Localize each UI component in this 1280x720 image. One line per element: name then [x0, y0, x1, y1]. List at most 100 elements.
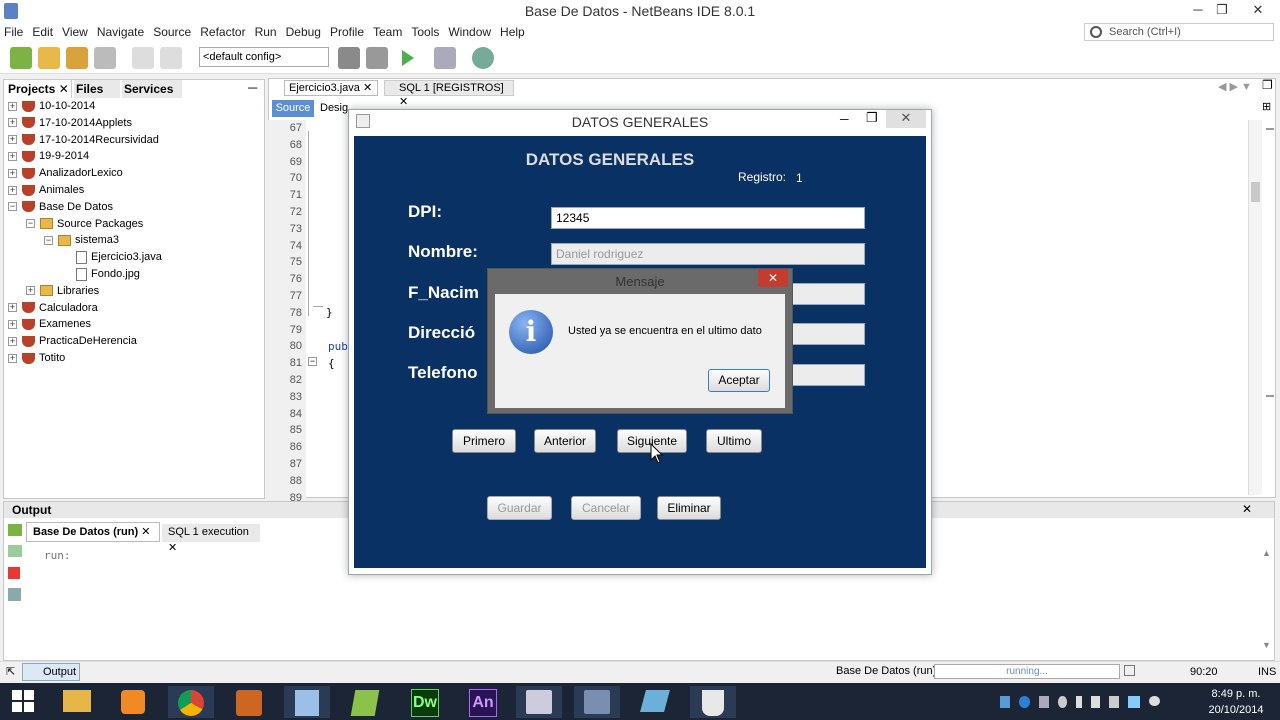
expand-toggle-icon[interactable]: + — [8, 135, 17, 145]
progress-stop-icon[interactable] — [1124, 665, 1135, 676]
scrollbar-thumb[interactable] — [1251, 182, 1260, 202]
anterior-button[interactable]: Anterior — [534, 429, 596, 453]
rerun-with-params-icon[interactable] — [8, 545, 22, 557]
tree-item[interactable]: − Source Packages — [26, 216, 143, 233]
dialog-maximize-button[interactable]: ❐ — [866, 110, 878, 126]
tab-sql-registros[interactable]: SQL 1 [REGISTROS] ✕ — [384, 80, 514, 108]
tab-output-run[interactable]: Base De Datos (run) ✕ — [26, 522, 160, 542]
dropbox-icon[interactable] — [1128, 696, 1140, 708]
new-project-icon[interactable] — [38, 47, 60, 69]
build-icon[interactable] — [338, 47, 360, 69]
menu-item[interactable]: File — [4, 25, 23, 39]
settings-icon[interactable] — [8, 588, 21, 601]
menu-item[interactable]: Navigate — [97, 25, 144, 39]
profile-icon[interactable] — [472, 47, 494, 69]
close-icon[interactable]: ✕ — [168, 542, 177, 554]
cancelar-button[interactable]: Cancelar — [571, 496, 641, 520]
message-close-button[interactable]: ✕ — [758, 269, 788, 287]
virtualbox-icon[interactable] — [295, 690, 319, 716]
design-tab[interactable]: Desig — [320, 100, 348, 117]
tree-item[interactable]: + Animales — [8, 182, 84, 199]
guardar-button[interactable]: Guardar — [487, 496, 552, 520]
aceptar-button[interactable]: Aceptar — [708, 369, 770, 392]
video-app-icon[interactable] — [526, 690, 552, 714]
editor-split-icon[interactable]: ⊞ — [1262, 100, 1271, 113]
tray-icon[interactable] — [1057, 696, 1068, 708]
menu-item[interactable]: Help — [500, 25, 525, 39]
cloud-icon[interactable] — [1148, 696, 1160, 706]
tab-sql-execution[interactable]: SQL 1 execution ✕ — [162, 524, 260, 554]
undo-icon[interactable] — [132, 47, 154, 69]
expand-toggle-icon[interactable]: + — [8, 336, 17, 346]
fold-toggle-icon[interactable]: − — [308, 357, 317, 366]
ultimo-button[interactable]: Ultimo — [706, 429, 762, 453]
tab-services[interactable]: Services — [122, 80, 182, 98]
tray-icon[interactable] — [1018, 696, 1031, 708]
tab-files[interactable]: Files — [74, 80, 120, 98]
expand-toggle-icon[interactable]: + — [8, 168, 17, 178]
close-icon[interactable]: ✕ — [141, 526, 150, 538]
tree-item[interactable]: − sistema3 — [44, 232, 119, 249]
restore-panel-icon[interactable]: ⇱ — [6, 665, 15, 678]
tree-item[interactable]: − Base De Datos — [8, 199, 113, 216]
menu-item[interactable]: Team — [373, 25, 402, 39]
editor-scrollbar[interactable] — [1248, 120, 1262, 495]
animate-icon[interactable]: An — [469, 689, 497, 717]
close-icon[interactable]: ✕ — [1242, 502, 1252, 516]
file-explorer-icon[interactable] — [63, 690, 91, 712]
tree-item[interactable]: + AnalizadorLexico — [8, 165, 123, 182]
java-icon[interactable] — [702, 690, 724, 716]
expand-toggle-icon[interactable]: + — [8, 151, 17, 161]
media-player-icon[interactable] — [121, 690, 145, 714]
redo-icon[interactable] — [160, 47, 182, 69]
new-file-icon[interactable] — [10, 47, 32, 69]
expand-toggle-icon[interactable]: + — [26, 286, 35, 296]
dreamweaver-icon[interactable]: Dw — [411, 689, 439, 717]
expand-toggle-icon[interactable]: + — [8, 353, 17, 363]
debug-icon[interactable] — [434, 47, 456, 69]
tree-item[interactable]: Ejercicio3.java — [62, 249, 162, 266]
dialog-close-button[interactable]: ✕ — [886, 110, 926, 128]
close-icon[interactable]: ✕ — [363, 82, 372, 94]
close-icon[interactable]: ✕ — [399, 96, 408, 108]
expand-toggle-icon[interactable]: − — [26, 219, 35, 229]
scroll-down-icon[interactable]: ▼ — [1262, 640, 1271, 650]
tray-icon[interactable] — [1000, 696, 1010, 708]
tree-item[interactable]: + Examenes — [8, 316, 91, 333]
menu-item[interactable]: View — [62, 25, 88, 39]
volume-icon[interactable] — [1090, 696, 1101, 708]
scroll-up-icon[interactable]: ▲ — [1262, 548, 1271, 558]
expand-toggle-icon[interactable]: + — [8, 118, 17, 128]
output-toggle-button[interactable]: Output — [22, 663, 80, 681]
expand-toggle-icon[interactable]: + — [8, 319, 17, 329]
menu-item[interactable]: Source — [153, 25, 191, 39]
tree-item[interactable]: + Totito — [8, 350, 65, 367]
tree-item[interactable]: +10-10-2014 — [8, 98, 95, 115]
menu-item[interactable]: Tools — [411, 25, 439, 39]
eliminar-button[interactable]: Eliminar — [657, 496, 721, 520]
windows-start-icon[interactable] — [12, 690, 34, 712]
expand-toggle-icon[interactable]: + — [8, 101, 17, 111]
tab-scroll-arrows-icon[interactable]: ◀ ▶ ▼ — [1218, 80, 1252, 93]
search-input[interactable]: Search (Ctrl+I) — [1084, 23, 1274, 41]
primero-button[interactable]: Primero — [452, 429, 516, 453]
camtasia-icon[interactable] — [350, 690, 380, 716]
close-button[interactable]: ✕ — [1240, 0, 1276, 22]
notes-app-icon[interactable] — [640, 690, 670, 712]
expand-toggle-icon[interactable]: − — [8, 202, 17, 212]
clean-build-icon[interactable] — [366, 47, 388, 69]
open-project-icon[interactable] — [66, 47, 88, 69]
tray-icon[interactable] — [1039, 696, 1049, 708]
tree-item[interactable]: + Calculadora — [8, 300, 98, 317]
menu-item[interactable]: Run — [255, 25, 277, 39]
expand-toggle-icon[interactable]: − — [44, 235, 53, 245]
menu-item[interactable]: Debug — [286, 25, 321, 39]
paint-app-icon[interactable] — [236, 690, 262, 716]
maximize-button[interactable]: ❐ — [1208, 0, 1236, 22]
tree-item[interactable]: +17-10-2014Applets — [8, 115, 132, 132]
menu-item[interactable]: Profile — [330, 25, 364, 39]
tab-ejercicio3[interactable]: Ejercicio3.java ✕ — [284, 80, 378, 96]
tab-projects[interactable]: Projects ✕ — [4, 80, 72, 98]
restore-window-icon[interactable]: ❐ — [1262, 78, 1273, 92]
expand-toggle-icon[interactable]: + — [8, 303, 17, 313]
